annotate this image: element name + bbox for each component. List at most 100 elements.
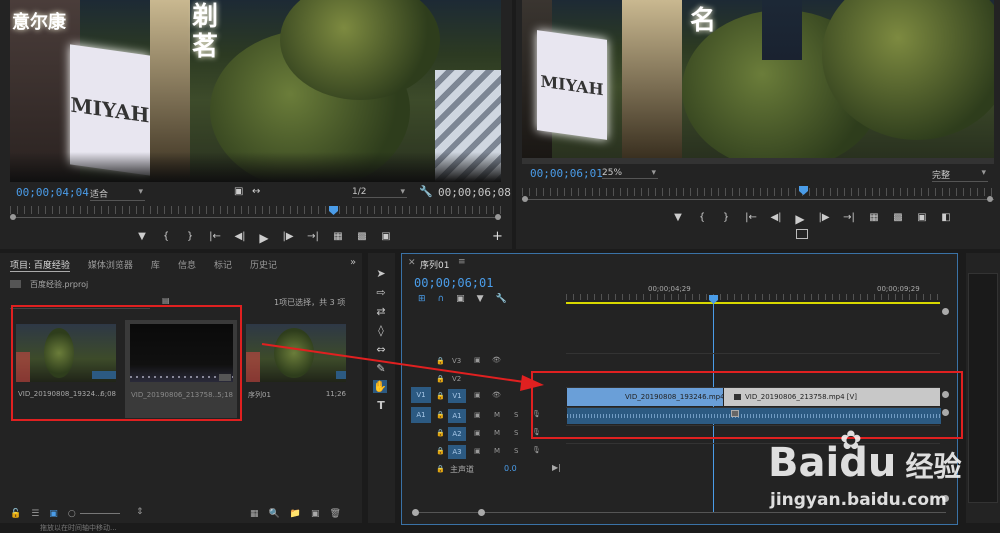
sync-v1-icon[interactable]: ▣: [474, 391, 481, 399]
panel-overflow-button[interactable]: »: [350, 257, 356, 268]
insert-icon[interactable]: ▣: [234, 186, 243, 197]
new-item-icon[interactable]: ▣: [311, 509, 320, 519]
timeline-hscroll-left[interactable]: [412, 509, 419, 516]
new-bin-icon[interactable]: 📁: [290, 509, 301, 519]
timeline-timecode[interactable]: 00;00;06;01: [414, 276, 493, 290]
lock-v3-icon[interactable]: 🔒: [436, 357, 445, 365]
program-marker-icon[interactable]: ▼: [666, 212, 690, 226]
program-mark-out-icon[interactable]: }: [714, 212, 738, 226]
program-go-to-out-icon[interactable]: →|: [836, 212, 862, 226]
zoom-out-icon[interactable]: ○: [68, 509, 76, 519]
mark-in-icon[interactable]: {: [154, 231, 178, 245]
go-to-end-icon[interactable]: ▶|: [552, 463, 561, 472]
program-zoom-dropdown[interactable]: 25%: [602, 168, 658, 179]
source-fit-dropdown[interactable]: 适合: [90, 187, 145, 201]
mute-a2-button[interactable]: M: [494, 429, 500, 437]
track-select-tool-icon[interactable]: ⇨: [374, 286, 388, 299]
timeline-menu-icon[interactable]: ≡: [458, 257, 466, 267]
snap-icon[interactable]: ∩: [438, 294, 445, 304]
source-timecode-current[interactable]: 00;00;04;04: [16, 186, 89, 199]
sync-v3-icon[interactable]: ▣: [474, 356, 481, 364]
program-scrub-bar[interactable]: [522, 199, 994, 200]
selection-tool-icon[interactable]: ➤: [374, 267, 388, 280]
type-tool-icon[interactable]: T: [374, 399, 388, 412]
program-play-icon[interactable]: ▶: [788, 212, 812, 226]
track-v1-label[interactable]: V1: [448, 389, 466, 403]
play-icon[interactable]: ▶: [252, 231, 276, 245]
work-area-bar[interactable]: [566, 302, 940, 304]
source-time-ruler[interactable]: [10, 206, 501, 214]
sync-a2-icon[interactable]: ▣: [474, 429, 481, 437]
tab-history[interactable]: 历史记: [250, 258, 277, 272]
sort-icon[interactable]: ⇕: [136, 507, 144, 517]
timeline-ruler[interactable]: [566, 294, 940, 300]
mute-a3-button[interactable]: M: [494, 447, 500, 455]
lock-a3-icon[interactable]: 🔒: [436, 447, 445, 455]
program-zoom-handle-right[interactable]: [987, 196, 993, 202]
nest-icon[interactable]: ⊞: [418, 294, 426, 304]
thumbnail-size-slider[interactable]: [80, 513, 120, 514]
lock-v2-icon[interactable]: 🔒: [436, 375, 445, 383]
linked-selection-icon[interactable]: ▣: [456, 294, 465, 304]
program-step-back-icon[interactable]: ◀|: [764, 212, 788, 226]
go-to-in-icon[interactable]: |←: [202, 231, 228, 245]
pen-tool-icon[interactable]: ✎: [374, 362, 388, 375]
lock-icon[interactable]: 🔓: [10, 509, 21, 519]
comparison-view-icon[interactable]: ◧: [934, 212, 958, 226]
clear-icon[interactable]: 🗑: [329, 509, 340, 519]
solo-a1-button[interactable]: S: [514, 411, 518, 419]
lock-v1-icon[interactable]: 🔒: [436, 392, 445, 400]
program-export-frame-icon[interactable]: ▣: [910, 212, 934, 226]
marker-icon[interactable]: ▼: [130, 231, 154, 245]
tab-info[interactable]: 信息: [178, 258, 196, 272]
program-zoom-handle-left[interactable]: [522, 196, 528, 202]
automate-sequence-icon[interactable]: ▦: [250, 509, 259, 519]
timeline-settings-icon[interactable]: 🔧: [496, 294, 507, 304]
timeline-tab[interactable]: 序列01: [420, 258, 449, 271]
program-scrollbar[interactable]: [522, 158, 994, 164]
source-a1-patch[interactable]: A1: [411, 407, 431, 423]
sync-a1-icon[interactable]: ▣: [474, 411, 481, 419]
source-scrub-bar[interactable]: [10, 217, 501, 218]
ripple-edit-tool-icon[interactable]: ⇄: [374, 305, 388, 318]
razor-tool-icon[interactable]: ◊: [374, 324, 388, 337]
find-icon[interactable]: 🔍: [269, 509, 280, 519]
source-zoom-handle-left[interactable]: [10, 214, 16, 220]
timeline-hscroll[interactable]: [416, 512, 946, 513]
lift-icon[interactable]: ▦: [862, 212, 886, 226]
lock-a1-icon[interactable]: 🔒: [436, 411, 445, 419]
vr-view-icon[interactable]: [796, 229, 808, 239]
lock-a2-icon[interactable]: 🔒: [436, 429, 445, 437]
trim-icon[interactable]: ↔: [252, 186, 260, 197]
program-time-ruler[interactable]: [522, 188, 994, 196]
extract-icon[interactable]: ▩: [886, 212, 910, 226]
mark-out-icon[interactable]: }: [178, 231, 202, 245]
tab-libraries[interactable]: 库: [151, 258, 160, 272]
step-back-icon[interactable]: ◀|: [228, 231, 252, 245]
search-filter-icon[interactable]: ▤: [162, 296, 170, 305]
tab-markers[interactable]: 标记: [214, 258, 232, 272]
sync-a3-icon[interactable]: ▣: [474, 447, 481, 455]
track-a3-label[interactable]: A3: [448, 445, 466, 459]
solo-a3-button[interactable]: S: [514, 447, 518, 455]
timeline-vscroll-top[interactable]: [942, 308, 949, 315]
source-zoom-handle-right[interactable]: [495, 214, 501, 220]
icon-view-icon[interactable]: ▣: [49, 509, 58, 519]
source-v1-patch[interactable]: V1: [411, 387, 431, 403]
source-resolution-dropdown[interactable]: 1/2: [352, 187, 407, 198]
add-marker-icon[interactable]: ▼: [477, 294, 484, 304]
eye-v1-icon[interactable]: 👁: [492, 391, 501, 399]
lock-master-icon[interactable]: 🔒: [436, 465, 445, 473]
add-button[interactable]: +: [492, 229, 503, 244]
program-step-forward-icon[interactable]: |▶: [812, 212, 836, 226]
program-go-to-in-icon[interactable]: |←: [738, 212, 764, 226]
project-item-sequence[interactable]: 序列01 11;26: [244, 322, 348, 406]
timeline-hscroll-right[interactable]: [478, 509, 485, 516]
insert-clip-icon[interactable]: ▦: [326, 231, 350, 245]
go-to-out-icon[interactable]: →|: [300, 231, 326, 245]
eye-v3-icon[interactable]: 👁: [492, 356, 501, 364]
slip-tool-icon[interactable]: ⇔: [374, 343, 388, 356]
export-frame-icon[interactable]: ▣: [374, 231, 398, 245]
mic-a3-icon[interactable]: 🎙: [532, 446, 541, 454]
master-volume-value[interactable]: 0.0: [504, 464, 517, 473]
